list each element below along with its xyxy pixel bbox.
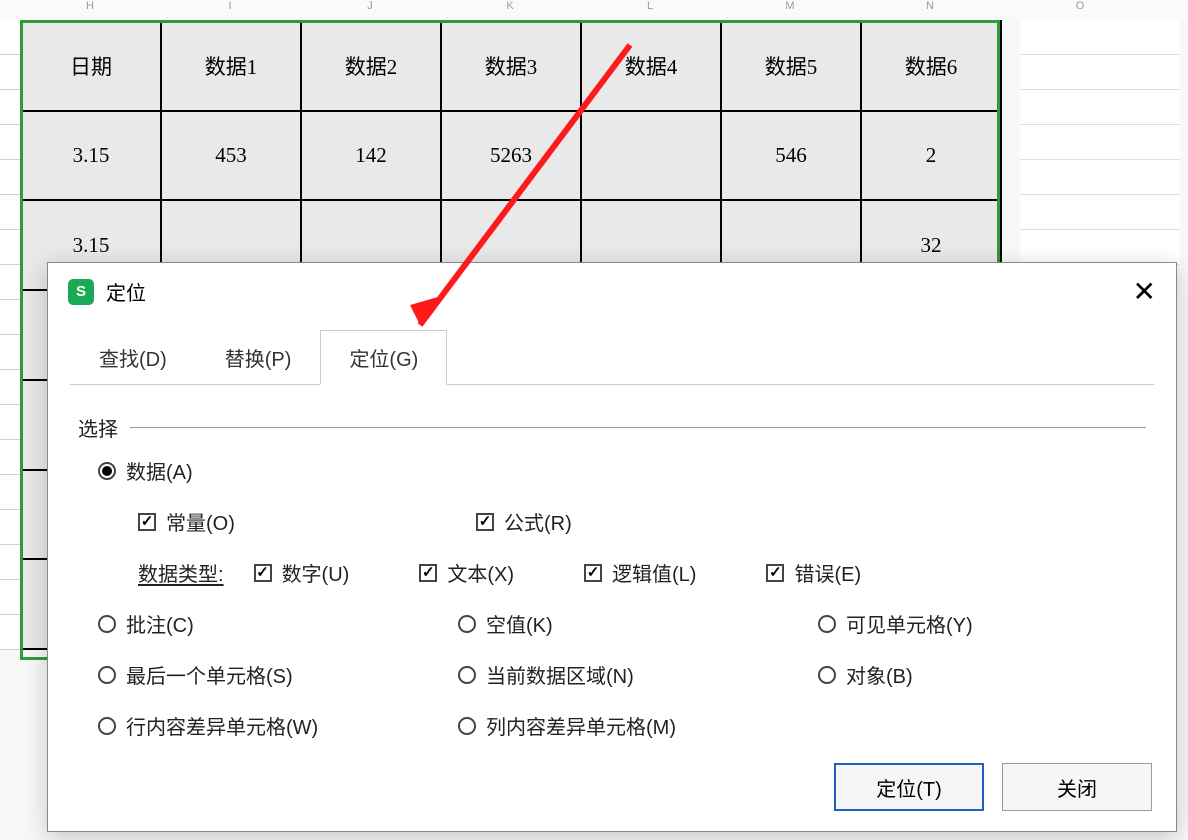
check-number[interactable]: 数字(U) — [254, 558, 350, 587]
row-gutter — [0, 20, 20, 650]
data-type-label: 数据类型: — [138, 558, 224, 587]
header-cell[interactable]: 数据6 — [861, 21, 1001, 111]
col-letter[interactable]: J — [300, 0, 440, 20]
cell[interactable]: 3.15 — [21, 111, 161, 201]
radio-label: 数据(A) — [126, 456, 193, 485]
check-text[interactable]: 文本(X) — [419, 558, 514, 587]
tab-find[interactable]: 查找(D) — [70, 330, 196, 385]
tab-replace[interactable]: 替换(P) — [196, 330, 321, 385]
check-label: 常量(O) — [166, 507, 235, 536]
col-letter[interactable]: N — [860, 0, 1000, 20]
section-label: 选择 — [78, 413, 118, 442]
cell[interactable]: 142 — [301, 111, 441, 201]
dialog-body: 选择 数据(A) 常量(O) 公式(R) 数据类型: 数字(U) 文本(X) 逻… — [48, 385, 1176, 760]
check-label: 逻辑值(L) — [612, 558, 696, 587]
radio-current-region[interactable]: 当前数据区域(N) — [458, 660, 790, 689]
radio-label: 最后一个单元格(S) — [126, 660, 293, 689]
dialog-tabs: 查找(D) 替换(P) 定位(G) — [48, 330, 1176, 385]
column-headers: H I J K L M N O — [0, 0, 1188, 20]
col-letter[interactable]: I — [160, 0, 300, 20]
radio-col-diff[interactable]: 列内容差异单元格(M) — [458, 711, 790, 740]
radio-data[interactable]: 数据(A) — [98, 456, 193, 485]
cell[interactable]: 2 — [861, 111, 1001, 201]
app-icon: S — [68, 279, 94, 305]
goto-dialog: S 定位 ✕ 查找(D) 替换(P) 定位(G) 选择 数据(A) 常量(O) … — [47, 262, 1177, 832]
radio-row-diff[interactable]: 行内容差异单元格(W) — [98, 711, 430, 740]
header-cell[interactable]: 数据4 — [581, 21, 721, 111]
cell[interactable]: 5263 — [441, 111, 581, 201]
col-letter[interactable]: O — [1000, 0, 1160, 20]
dialog-footer: 定位(T) 关闭 — [834, 763, 1152, 811]
header-cell[interactable]: 数据1 — [161, 21, 301, 111]
check-formula[interactable]: 公式(R) — [476, 507, 572, 536]
check-const[interactable]: 常量(O) — [138, 507, 448, 536]
cell[interactable]: 453 — [161, 111, 301, 201]
radio-label: 行内容差异单元格(W) — [126, 711, 318, 740]
col-letter[interactable]: K — [440, 0, 580, 20]
check-label: 公式(R) — [504, 507, 572, 536]
radio-label: 空值(K) — [486, 609, 553, 638]
section-divider — [130, 427, 1146, 428]
ok-button[interactable]: 定位(T) — [834, 763, 984, 811]
col-letter[interactable]: M — [720, 0, 860, 20]
radio-object[interactable]: 对象(B) — [818, 660, 1130, 689]
col-letter[interactable]: H — [20, 0, 160, 20]
header-cell[interactable]: 数据5 — [721, 21, 861, 111]
radio-blank[interactable]: 空值(K) — [458, 609, 790, 638]
col-letter[interactable]: L — [580, 0, 720, 20]
radio-label: 列内容差异单元格(M) — [486, 711, 676, 740]
radio-label: 批注(C) — [126, 609, 194, 638]
close-button[interactable]: 关闭 — [1002, 763, 1152, 811]
empty-column — [1020, 20, 1180, 265]
header-cell[interactable]: 日期 — [21, 21, 161, 111]
cell[interactable]: 546 — [721, 111, 861, 201]
dialog-titlebar: S 定位 ✕ — [48, 263, 1176, 316]
radio-comment[interactable]: 批注(C) — [98, 609, 430, 638]
close-icon[interactable]: ✕ — [1133, 278, 1156, 306]
check-label: 文本(X) — [447, 558, 514, 587]
header-cell[interactable]: 数据3 — [441, 21, 581, 111]
radio-last-cell[interactable]: 最后一个单元格(S) — [98, 660, 430, 689]
radio-label: 可见单元格(Y) — [846, 609, 973, 638]
cell[interactable] — [581, 111, 721, 201]
check-error[interactable]: 错误(E) — [766, 558, 861, 587]
check-logic[interactable]: 逻辑值(L) — [584, 558, 696, 587]
check-label: 数字(U) — [282, 558, 350, 587]
radio-label: 对象(B) — [846, 660, 913, 689]
radio-label: 当前数据区域(N) — [486, 660, 634, 689]
header-cell[interactable]: 数据2 — [301, 21, 441, 111]
tab-goto[interactable]: 定位(G) — [320, 330, 447, 385]
radio-visible[interactable]: 可见单元格(Y) — [818, 609, 1130, 638]
dialog-title: 定位 — [106, 277, 146, 306]
check-label: 错误(E) — [794, 558, 861, 587]
